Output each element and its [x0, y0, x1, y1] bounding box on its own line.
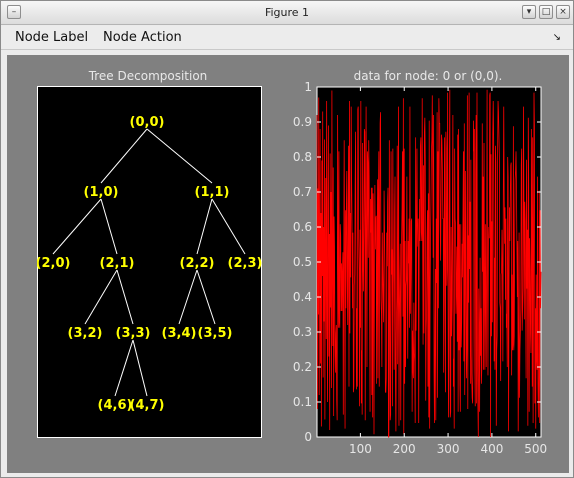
tree-node-label[interactable]: (1,0)	[84, 185, 119, 200]
close-button[interactable]: ×	[556, 5, 570, 19]
y-tick-label: 0.9	[293, 115, 312, 129]
figure-canvas: Tree Decomposition data for node: 0 or (…	[7, 55, 569, 473]
y-tick-label: 0.1	[293, 395, 312, 409]
menu-node-action[interactable]: Node Action	[103, 30, 182, 45]
x-tick-label: 100	[349, 442, 372, 456]
tree-node-label[interactable]: (3,4)	[162, 326, 197, 341]
window-title: Figure 1	[264, 6, 310, 19]
y-tick-label: 0.8	[293, 150, 312, 164]
x-tick-label: 200	[393, 442, 416, 456]
y-tick-label: 0	[304, 430, 312, 444]
tree-node-label[interactable]: (2,2)	[180, 256, 215, 271]
y-tick-label: 0.5	[293, 255, 312, 269]
menu-node-label[interactable]: Node Label	[15, 30, 88, 45]
y-tick-label: 0.2	[293, 360, 312, 374]
y-tick-label: 0.7	[293, 185, 312, 199]
title-bar[interactable]: – Figure 1 ▾ □ ×	[1, 1, 573, 25]
tree-node-label[interactable]: (0,0)	[130, 115, 165, 130]
tree-node-label[interactable]: (4,7)	[130, 398, 165, 413]
tree-node-label[interactable]: (2,1)	[100, 256, 135, 271]
x-tick-label: 500	[524, 442, 547, 456]
y-tick-label: 0.6	[293, 220, 312, 234]
tree-node-label[interactable]: (2,3)	[228, 256, 262, 271]
tree-node-label[interactable]: (1,1)	[195, 185, 230, 200]
dock-icon[interactable]: ↘	[553, 32, 561, 43]
x-tick-label: 300	[437, 442, 460, 456]
figure-window: – Figure 1 ▾ □ × Node Label Node Action …	[0, 0, 574, 478]
y-tick-label: 0.4	[293, 290, 312, 304]
tree-node-label[interactable]: (4,6)	[98, 398, 133, 413]
menu-bar: Node Label Node Action ↘	[1, 26, 573, 50]
x-tick-label: 400	[480, 442, 503, 456]
tree-axes-title: Tree Decomposition	[88, 69, 208, 83]
y-tick-label: 0.3	[293, 325, 312, 339]
tree-node-label[interactable]: (3,3)	[116, 326, 151, 341]
tree-axes[interactable]: (0,0) (1,0) (1,1) (2,0) (2,1) (2,2) (2,3) (3,2)…	[37, 86, 262, 438]
tree-node-label[interactable]: (3,5)	[198, 326, 233, 341]
y-tick-label: 1	[304, 80, 312, 94]
maximize-button[interactable]: □	[539, 5, 553, 19]
signal-axes[interactable]: 0 0.1 0.2 0.3 0.4 0.5 0.6 0.7 0.8 0.9 1 100 200 300 40…	[287, 77, 567, 457]
tree-node-label[interactable]: (2,0)	[37, 256, 70, 271]
minimize-button[interactable]: ▾	[522, 5, 536, 19]
tree-node-label[interactable]: (3,2)	[68, 326, 103, 341]
